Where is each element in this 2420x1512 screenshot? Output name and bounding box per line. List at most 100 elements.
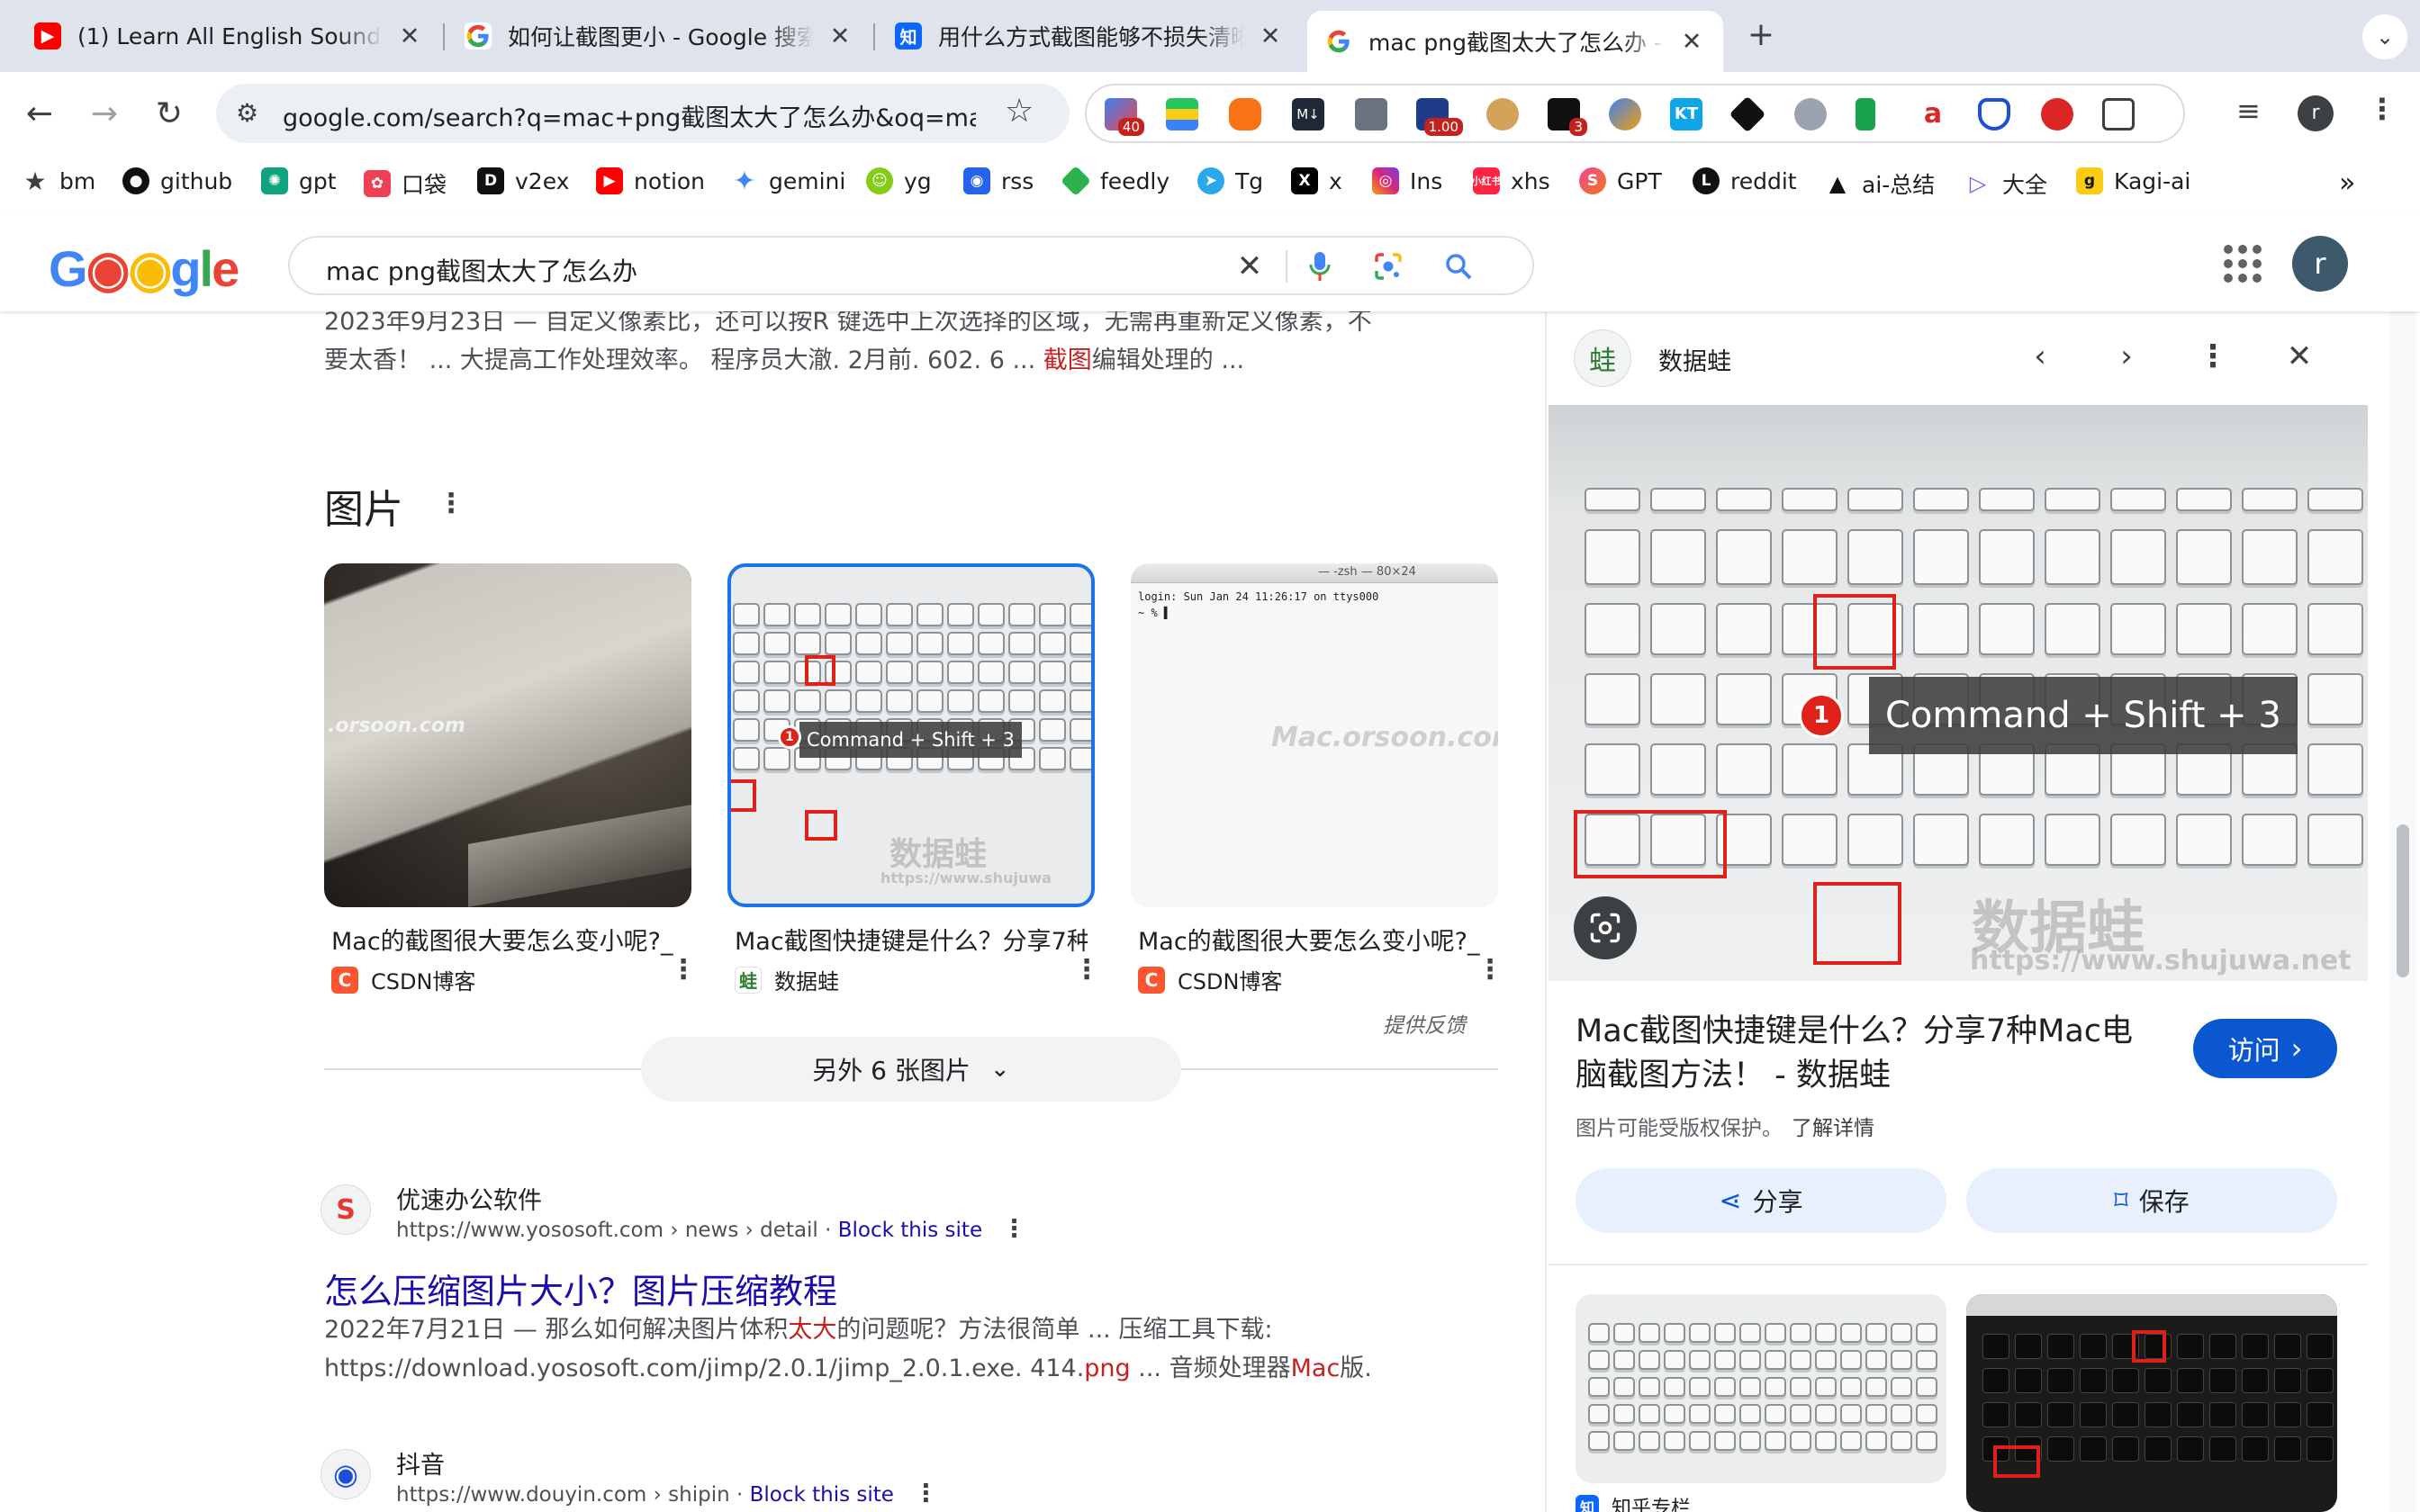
tab-google-search-1[interactable]: 如何让截图更小 - Google 搜索 ✕ [447, 13, 871, 59]
more-options-icon[interactable]: ⋮ [1476, 954, 1503, 986]
search-box[interactable]: mac png截图太大了怎么办 ✕ [288, 236, 1534, 295]
kt-extension-icon[interactable]: KT [1670, 98, 1702, 130]
image-thumbnail[interactable]: .orsoon.com [324, 563, 691, 907]
preview-image[interactable]: Command + Shift + 3 1 数据蛙 https://www.sh… [1549, 405, 2368, 981]
bookmark-rss[interactable]: ◉ rss [963, 167, 1034, 194]
close-icon[interactable]: ✕ [1678, 28, 1705, 56]
back-button[interactable]: ← [16, 90, 63, 137]
download-icon[interactable] [1355, 98, 1387, 130]
image-thumbnail[interactable]: Command + Shift + 3 1 数据蛙 https://www.sh… [727, 563, 1095, 907]
image-caption[interactable]: Mac的截图很大要怎么变小呢?_ [331, 922, 684, 957]
image-result-card[interactable]: .orsoon.com Mac的截图很大要怎么变小呢?_ C CSDN博客 ⋮ [324, 563, 697, 995]
search-query[interactable]: mac png截图太大了怎么办 [326, 252, 637, 288]
panel-menu-icon[interactable]: ⋮ [2195, 338, 2231, 374]
more-options-icon[interactable]: ⋮ [914, 1480, 938, 1508]
clear-search-icon[interactable]: ✕ [1232, 248, 1268, 284]
save-button[interactable]: ⌑ 保存 [1966, 1168, 2337, 1233]
bookmark-pocket[interactable]: ✿ 口袋 [364, 167, 447, 200]
bookmark-v2ex[interactable]: Dv2ex [477, 167, 569, 194]
block-site-link[interactable]: Block this site [838, 1219, 982, 1242]
bookmark-bm[interactable]: ★ bm [22, 166, 95, 196]
feedback-link[interactable]: 提供反馈 [1383, 1008, 1466, 1039]
bookmark-reddit[interactable]: Lreddit [1693, 167, 1797, 194]
bookmark-daquan[interactable]: ▷ 大全 [1964, 167, 2047, 200]
scrollbar-thumb[interactable] [2397, 824, 2409, 977]
close-icon[interactable]: ✕ [1257, 22, 1284, 50]
block-site-link[interactable]: Block this site [750, 1483, 894, 1507]
result-url[interactable]: https://www.yososoft.com › news › detail… [396, 1215, 1026, 1243]
media-controls-icon[interactable]: ≡ [2236, 94, 2261, 128]
bookmark-notion[interactable]: ▶ notion [596, 167, 705, 194]
more-images-button[interactable]: 另外 6 张图片 ⌄ [641, 1037, 1181, 1102]
tab-google-search-active[interactable]: mac png截图太大了怎么办 - Google 搜索 ✕ [1307, 11, 1723, 72]
search-icon[interactable] [1440, 248, 1476, 284]
more-options-icon[interactable]: ⋮ [1073, 954, 1100, 986]
close-panel-button[interactable]: ✕ [2281, 338, 2317, 374]
forward-button[interactable]: → [81, 90, 128, 137]
new-tab-button[interactable]: + [1743, 16, 1779, 56]
close-icon[interactable]: ✕ [396, 22, 423, 50]
video-speed-icon[interactable]: 1.00 [1416, 98, 1463, 136]
close-icon[interactable]: ✕ [826, 22, 853, 50]
bookmark-kagi[interactable]: g Kagi-ai [2076, 167, 2190, 194]
image-result-card[interactable]: — -zsh — 80×24 login: Sun Jan 24 11:26:1… [1131, 563, 1503, 995]
share-button[interactable]: ⋖ 分享 [1576, 1168, 1946, 1233]
bookmark-extension-icon[interactable] [1856, 98, 1875, 130]
bookmark-star-icon[interactable]: ☆ [1005, 93, 1034, 130]
related-image-thumbnail[interactable] [1966, 1294, 2337, 1512]
section-menu-icon[interactable]: ⋮ [438, 488, 465, 519]
extension-icon[interactable]: 40 [1105, 98, 1144, 136]
image-caption[interactable]: Mac截图快捷键是什么？分享7种 [735, 922, 1088, 957]
bookmark-ai-summary[interactable]: ▲ ai-总结 [1824, 167, 1936, 200]
result-title-link[interactable]: 怎么压缩图片大小？图片压缩教程 [324, 1264, 837, 1313]
image-result-card-selected[interactable]: Command + Shift + 3 1 数据蛙 https://www.sh… [727, 563, 1100, 995]
previous-image-button[interactable]: ‹ [2022, 338, 2058, 374]
google-apps-icon[interactable] [2224, 245, 2262, 283]
markdown-icon[interactable]: M↓ [1292, 98, 1324, 130]
result-site-name[interactable]: 优速办公软件 [396, 1181, 542, 1216]
bookmark-gpt[interactable]: ✺ gpt [261, 167, 337, 194]
result-url[interactable]: https://www.douyin.com › shipin · Block … [396, 1480, 938, 1508]
result-site-name[interactable]: 抖音 [396, 1445, 445, 1480]
menu-icon[interactable]: ⋮ [2368, 92, 2397, 126]
extension-icon[interactable] [1794, 98, 1827, 130]
extension-icon[interactable]: 3 [1548, 98, 1587, 136]
bookmark-ins[interactable]: ◎ Ins [1372, 167, 1442, 194]
google-account-avatar[interactable]: r [2292, 236, 2348, 292]
bookmark-gemini[interactable]: ✦ gemini [731, 166, 845, 197]
image-thumbnail[interactable]: — -zsh — 80×24 login: Sun Jan 24 11:26:1… [1131, 563, 1498, 907]
cube-icon[interactable] [1729, 95, 1766, 133]
related-image-thumbnail[interactable] [1576, 1294, 1946, 1483]
bookmark-feedly[interactable]: feedly [1061, 166, 1169, 196]
puzzle-icon[interactable] [2102, 98, 2135, 130]
more-options-icon[interactable]: ⋮ [670, 954, 697, 986]
bookmark-github[interactable]: ● github [122, 167, 232, 194]
bookmark-xhs[interactable]: 小红书 xhs [1472, 167, 1550, 194]
learn-more-link[interactable]: 了解详情 [1792, 1117, 1874, 1140]
extension-icon[interactable] [1609, 98, 1641, 130]
panel-site-name[interactable]: 数据蛙 [1658, 342, 1731, 377]
extension-icon[interactable] [2041, 98, 2073, 130]
bookmark-yg[interactable]: ☺ yg [866, 167, 932, 194]
bookmark-gpt-2[interactable]: S GPT [1579, 167, 1662, 194]
page-scrollbar[interactable] [2389, 311, 2416, 1512]
more-options-icon[interactable]: ⋮ [1002, 1215, 1026, 1243]
image-caption[interactable]: Mac的截图很大要怎么变小呢?_ [1138, 922, 1491, 957]
panel-title-link[interactable]: Mac截图快捷键是什么？分享7种Mac电脑截图方法！ - 数据蛙 [1576, 1010, 2152, 1098]
tab-search-button[interactable]: ⌄ [2362, 14, 2407, 59]
shield-icon[interactable] [1978, 98, 2010, 130]
extension-icon[interactable] [1166, 98, 1198, 130]
tab-zhihu[interactable]: 知 用什么方式截图能够不损失清晰度 ✕ [877, 13, 1302, 59]
address-bar[interactable]: ⚙ google.com/search?q=mac+png截图太大了怎么办&oq… [216, 84, 1070, 143]
bookmarks-overflow-button[interactable]: » [2339, 167, 2355, 199]
lens-search-button[interactable] [1574, 896, 1637, 959]
site-settings-icon[interactable]: ⚙ [236, 98, 258, 128]
translate-icon[interactable]: a [1917, 98, 1949, 130]
bookmark-tg[interactable]: ➤ Tg [1197, 167, 1263, 194]
next-image-button[interactable]: › [2108, 338, 2145, 374]
extension-icon[interactable] [1229, 98, 1261, 130]
lens-search-icon[interactable] [1370, 248, 1406, 284]
profile-avatar[interactable]: r [2298, 95, 2334, 131]
visit-button[interactable]: 访问 › [2193, 1019, 2337, 1078]
google-logo[interactable]: G◉◉gle [49, 239, 239, 299]
